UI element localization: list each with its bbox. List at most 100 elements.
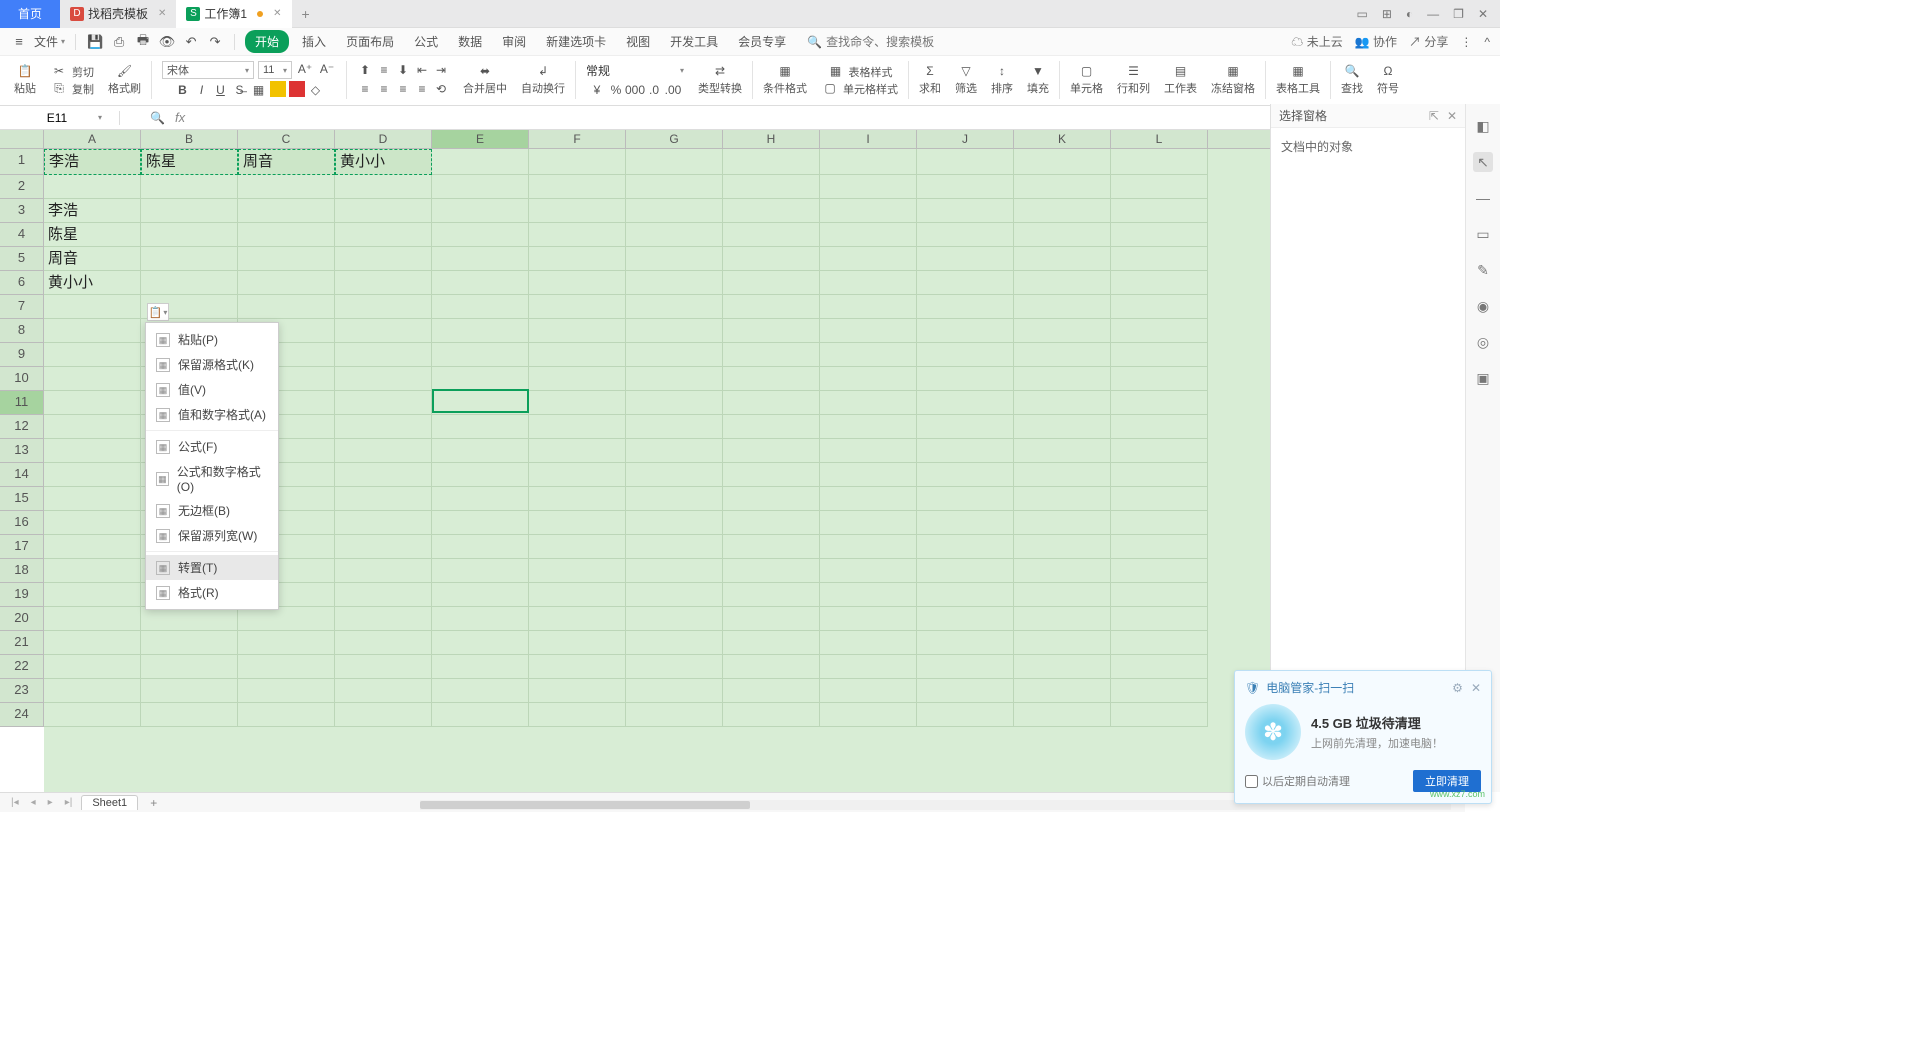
cell[interactable]: [723, 175, 820, 199]
cell[interactable]: [44, 415, 141, 439]
row-header-23[interactable]: 23: [0, 679, 43, 703]
indent-dec-icon[interactable]: ⇤: [414, 62, 430, 78]
clear-format-button[interactable]: ◇: [308, 82, 324, 98]
cell[interactable]: [917, 607, 1014, 631]
tab-template[interactable]: D 找稻壳模板 ✕: [60, 0, 176, 28]
grid-icon[interactable]: ⊞: [1382, 7, 1392, 21]
cell[interactable]: [723, 439, 820, 463]
cell[interactable]: [723, 271, 820, 295]
cell[interactable]: [1111, 343, 1208, 367]
row-header-16[interactable]: 16: [0, 511, 43, 535]
cell[interactable]: [529, 199, 626, 223]
cell[interactable]: [1111, 199, 1208, 223]
cell[interactable]: [917, 295, 1014, 319]
cell[interactable]: [44, 319, 141, 343]
cell[interactable]: [820, 439, 917, 463]
cell[interactable]: [723, 583, 820, 607]
cell[interactable]: [1111, 175, 1208, 199]
table-tool[interactable]: ▦表格工具: [1270, 57, 1326, 103]
cell[interactable]: [432, 463, 529, 487]
sheet-nav-prev[interactable]: ◂: [28, 797, 39, 808]
tool6-icon[interactable]: ▣: [1473, 368, 1493, 388]
col-header-E[interactable]: E: [432, 130, 529, 148]
row-header-2[interactable]: 2: [0, 175, 43, 199]
tab-formula[interactable]: 公式: [407, 30, 445, 53]
cell[interactable]: 黄小小: [335, 149, 432, 175]
rowcol-button[interactable]: ☰行和列: [1111, 57, 1156, 103]
cell[interactable]: [44, 607, 141, 631]
cell[interactable]: [917, 631, 1014, 655]
row-header-9[interactable]: 9: [0, 343, 43, 367]
sum-button[interactable]: Σ求和: [913, 57, 947, 103]
cell[interactable]: [44, 559, 141, 583]
cell[interactable]: [335, 559, 432, 583]
paste-menu-item[interactable]: ▦保留源列宽(W): [146, 523, 278, 548]
cell[interactable]: [626, 391, 723, 415]
col-header-G[interactable]: G: [626, 130, 723, 148]
gear-icon[interactable]: ⚙: [1452, 681, 1463, 695]
cell[interactable]: [723, 487, 820, 511]
sheet-nav-first[interactable]: |◂: [8, 797, 22, 808]
paste-menu-item[interactable]: ▦公式和数字格式(O): [146, 459, 278, 498]
cell[interactable]: [141, 199, 238, 223]
cell[interactable]: [529, 679, 626, 703]
fill-button[interactable]: ▼填充: [1021, 57, 1055, 103]
cell[interactable]: [1014, 559, 1111, 583]
merge-button[interactable]: ⬌合并居中: [457, 57, 513, 103]
cell[interactable]: [626, 295, 723, 319]
cell[interactable]: [917, 415, 1014, 439]
cell[interactable]: [44, 295, 141, 319]
cell[interactable]: [626, 463, 723, 487]
cell[interactable]: [529, 655, 626, 679]
col-header-B[interactable]: B: [141, 130, 238, 148]
cell[interactable]: [432, 343, 529, 367]
tool3-icon[interactable]: ✎: [1473, 260, 1493, 280]
sheet-tab[interactable]: Sheet1: [81, 795, 138, 810]
sort-button[interactable]: ↕排序: [985, 57, 1019, 103]
cell[interactable]: [917, 247, 1014, 271]
cell[interactable]: 李浩: [44, 149, 141, 175]
cell[interactable]: [723, 391, 820, 415]
cell[interactable]: [1111, 559, 1208, 583]
cell[interactable]: [723, 247, 820, 271]
cut-icon[interactable]: ✂: [50, 63, 68, 79]
cell[interactable]: [820, 343, 917, 367]
cell[interactable]: [432, 511, 529, 535]
tool5-icon[interactable]: ◎: [1473, 332, 1493, 352]
cell[interactable]: [820, 583, 917, 607]
paste-menu-item[interactable]: ▦粘贴(P): [146, 327, 278, 352]
cell[interactable]: [1014, 175, 1111, 199]
cell[interactable]: 陈星: [141, 149, 238, 175]
cell[interactable]: [820, 271, 917, 295]
cell[interactable]: [820, 391, 917, 415]
paste-menu-item[interactable]: ▦公式(F): [146, 434, 278, 459]
cell[interactable]: [238, 679, 335, 703]
cell[interactable]: [529, 583, 626, 607]
row-header-6[interactable]: 6: [0, 271, 43, 295]
cell[interactable]: [917, 703, 1014, 727]
cell[interactable]: [432, 415, 529, 439]
paste-menu-item[interactable]: ▦保留源格式(K): [146, 352, 278, 377]
paste-menu-item[interactable]: ▦格式(R): [146, 580, 278, 605]
cell[interactable]: [1014, 583, 1111, 607]
cell[interactable]: [626, 223, 723, 247]
cell[interactable]: [432, 655, 529, 679]
cell[interactable]: [432, 559, 529, 583]
cell[interactable]: [626, 679, 723, 703]
cell[interactable]: [529, 463, 626, 487]
tab-workbook[interactable]: S 工作簿1 ✕: [176, 0, 291, 28]
paste-menu-item[interactable]: ▦无边框(B): [146, 498, 278, 523]
cell[interactable]: [820, 511, 917, 535]
cell[interactable]: [917, 679, 1014, 703]
cell[interactable]: [626, 319, 723, 343]
col-header-L[interactable]: L: [1111, 130, 1208, 148]
cell[interactable]: [335, 511, 432, 535]
cell[interactable]: [723, 631, 820, 655]
row-header-13[interactable]: 13: [0, 439, 43, 463]
cell[interactable]: [432, 175, 529, 199]
cell[interactable]: [917, 367, 1014, 391]
cell[interactable]: [626, 559, 723, 583]
cell[interactable]: [917, 149, 1014, 175]
row-header-21[interactable]: 21: [0, 631, 43, 655]
cell[interactable]: [1014, 439, 1111, 463]
